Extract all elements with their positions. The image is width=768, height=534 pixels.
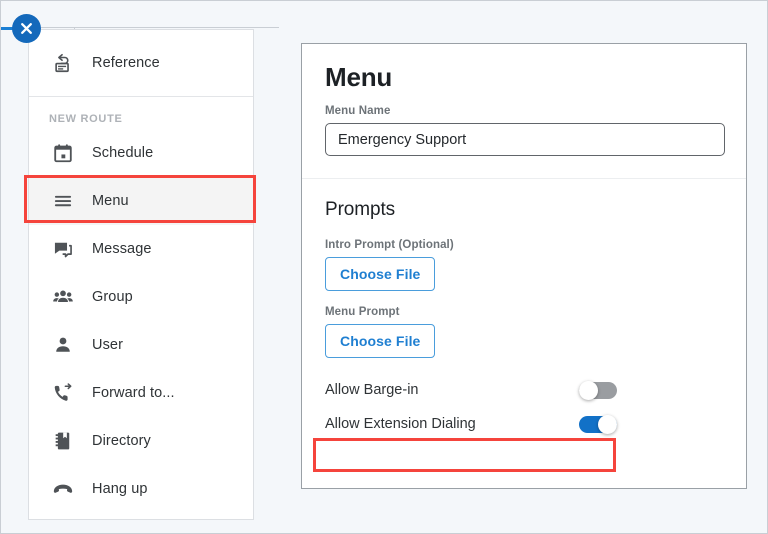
route-item-label: Message <box>92 241 152 257</box>
route-item-forward-to[interactable]: Forward to... <box>29 369 253 417</box>
reply-card-icon <box>49 49 77 77</box>
allow-barge-in-label: Allow Barge-in <box>325 382 419 398</box>
route-item-label: Forward to... <box>92 385 175 401</box>
route-item-group[interactable]: Group <box>29 273 253 321</box>
page-title: Menu <box>325 62 393 92</box>
route-item-label: Reference <box>92 55 160 71</box>
flow-connector-horizontal-guide <box>39 27 279 28</box>
allow-barge-in-row: Allow Barge-in <box>325 373 617 407</box>
route-item-reference[interactable]: Reference <box>29 30 253 96</box>
hamburger-menu-icon <box>49 187 77 215</box>
route-item-schedule[interactable]: Schedule <box>29 129 253 177</box>
menu-detail-panel: Menu Menu Name Prompts Intro Prompt (Opt… <box>301 43 747 489</box>
phone-forward-icon <box>49 379 77 407</box>
address-book-icon <box>49 427 77 455</box>
close-button[interactable] <box>12 14 41 43</box>
calendar-icon <box>49 139 77 167</box>
route-item-label: Directory <box>92 433 151 449</box>
allow-extension-dialing-toggle[interactable] <box>579 414 617 434</box>
toggle-knob <box>598 414 617 434</box>
prompts-section: Prompts Intro Prompt (Optional) Choose F… <box>302 179 746 441</box>
route-item-label: Menu <box>92 193 129 209</box>
route-item-hang-up[interactable]: Hang up <box>29 465 253 513</box>
allow-barge-in-toggle[interactable] <box>579 380 617 400</box>
route-type-panel: Reference NEW ROUTE Schedule Menu Messag… <box>28 29 254 520</box>
intro-prompt-label: Intro Prompt (Optional) <box>325 239 454 251</box>
menu-prompt-label: Menu Prompt <box>325 306 400 318</box>
toggle-knob <box>579 380 598 400</box>
route-item-menu[interactable]: Menu <box>29 177 253 225</box>
menu-name-label: Menu Name <box>325 105 391 117</box>
menu-name-section: Menu Menu Name <box>302 44 746 156</box>
intro-prompt-field: Intro Prompt (Optional) Choose File <box>325 239 723 291</box>
person-icon <box>49 331 77 359</box>
route-item-label: User <box>92 337 124 353</box>
route-item-directory[interactable]: Directory <box>29 417 253 465</box>
route-item-label: Schedule <box>92 145 154 161</box>
allow-extension-dialing-label: Allow Extension Dialing <box>325 416 476 432</box>
menu-prompt-field: Menu Prompt Choose File <box>325 306 723 358</box>
people-group-icon <box>49 283 77 311</box>
route-item-label: Group <box>92 289 133 305</box>
app-canvas: Reference NEW ROUTE Schedule Menu Messag… <box>0 0 768 534</box>
menu-name-input[interactable] <box>325 123 725 156</box>
menu-prompt-choose-file-button[interactable]: Choose File <box>325 324 436 358</box>
prompts-title: Prompts <box>325 199 396 220</box>
route-item-user[interactable]: User <box>29 321 253 369</box>
intro-prompt-choose-file-button[interactable]: Choose File <box>325 257 436 291</box>
phone-hangup-icon <box>49 475 77 503</box>
allow-extension-dialing-row: Allow Extension Dialing <box>325 407 617 441</box>
route-group-header: NEW ROUTE <box>49 113 123 125</box>
chat-bubble-icon <box>49 235 77 263</box>
route-item-message[interactable]: Message <box>29 225 253 273</box>
route-item-label: Hang up <box>92 481 148 497</box>
